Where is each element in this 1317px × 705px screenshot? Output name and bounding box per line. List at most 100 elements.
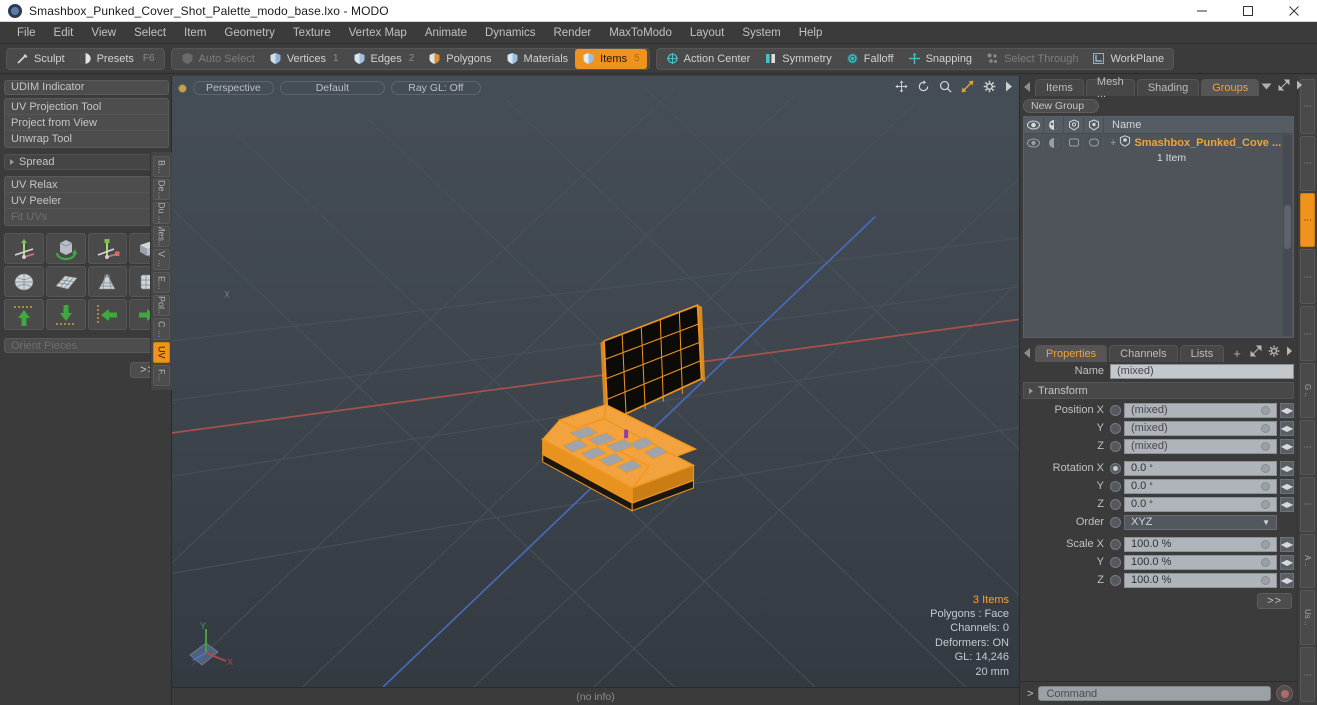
position-y-key-dot[interactable] (1261, 423, 1270, 433)
move-down-icon[interactable] (45, 299, 86, 330)
maximize-icon[interactable] (1225, 0, 1271, 22)
rotation-y-radio[interactable] (1110, 480, 1121, 492)
viewport-menu-dot-icon[interactable] (178, 83, 187, 93)
plane-unwrap-icon[interactable] (45, 266, 86, 297)
tab-lists[interactable]: Lists (1179, 345, 1225, 362)
sidebar-item-du[interactable]: Du ... (153, 202, 170, 224)
chevron-down-icon[interactable] (1261, 81, 1272, 93)
row-wireframe-icon[interactable] (1064, 134, 1084, 151)
snapping-button[interactable]: Snapping (901, 49, 980, 69)
rotate-icon[interactable] (917, 80, 930, 93)
3d-viewport[interactable]: x Perspective Default Ray GL: Off 3 Item… (172, 76, 1019, 687)
rotation-x-radio[interactable] (1110, 462, 1121, 474)
scale-z-radio[interactable] (1110, 574, 1121, 586)
udim-indicator-button[interactable]: UDIM Indicator (4, 80, 169, 95)
cone-unwrap-icon[interactable] (87, 266, 128, 297)
auto-select-button[interactable]: Auto Select (174, 49, 262, 69)
polygons-button[interactable]: Polygons (421, 49, 498, 69)
add-tab-button[interactable]: + (1226, 345, 1248, 362)
right-vtab-8[interactable]: ⋮ (1300, 476, 1315, 532)
scale-z-key-dot[interactable] (1261, 575, 1270, 585)
position-y-radio[interactable] (1110, 422, 1121, 434)
expander-icon[interactable]: + (1110, 137, 1116, 149)
close-icon[interactable] (1271, 0, 1317, 22)
props-expand-icon[interactable] (1250, 345, 1262, 360)
rotation-x-key-dot[interactable] (1261, 463, 1270, 473)
command-arrow-icon[interactable]: > (1024, 688, 1033, 700)
rotation-z-field[interactable]: 0.0 ° (1124, 496, 1277, 512)
position-z-stepper[interactable]: ◀▶ (1280, 438, 1294, 454)
action-center-button[interactable]: Action Center (659, 49, 758, 69)
falloff-button[interactable]: Falloff (839, 49, 901, 69)
group-row-item[interactable]: + Smashbox_Punked_Cove ... (1104, 135, 1293, 150)
menu-dynamics[interactable]: Dynamics (476, 23, 544, 43)
position-y-field[interactable]: (mixed) (1124, 420, 1277, 436)
rotation-z-key-dot[interactable] (1261, 499, 1270, 509)
menu-render[interactable]: Render (544, 23, 600, 43)
vertices-button[interactable]: Vertices 1 (262, 49, 346, 69)
table-row[interactable]: + Smashbox_Punked_Cove ... (1024, 134, 1293, 151)
position-x-field[interactable]: (mixed) (1124, 402, 1277, 418)
spread-section-header[interactable]: Spread (4, 154, 169, 170)
sidebar-item-e[interactable]: E... (153, 272, 170, 294)
sidebar-item-mesh[interactable]: Mes... (153, 225, 170, 247)
properties-more-button[interactable]: >> (1257, 593, 1292, 609)
render-icon[interactable] (1044, 116, 1064, 134)
record-icon[interactable] (1276, 685, 1293, 702)
position-x-radio[interactable] (1110, 404, 1121, 416)
rotation-x-stepper[interactable]: ◀▶ (1280, 460, 1294, 476)
order-radio[interactable] (1110, 516, 1121, 528)
tab-channels[interactable]: Channels (1109, 345, 1178, 362)
props-gear-icon[interactable] (1268, 345, 1280, 360)
fit-icon[interactable] (961, 80, 974, 93)
move-uv-icon[interactable] (4, 233, 44, 264)
right-vtab-11[interactable]: ⋮ (1300, 647, 1315, 702)
minimize-icon[interactable] (1179, 0, 1225, 22)
menu-animate[interactable]: Animate (416, 23, 476, 43)
row-eye-icon[interactable] (1024, 134, 1044, 151)
position-z-radio[interactable] (1110, 440, 1121, 452)
group-list[interactable]: Name + Smashbox_Punked_Cove ... 1 Item (1023, 116, 1294, 338)
row-shaded-icon[interactable] (1084, 134, 1104, 151)
workplane-button[interactable]: WorkPlane (1085, 49, 1171, 69)
fit-uvs-button[interactable]: Fit UVs (5, 209, 168, 225)
menu-system[interactable]: System (733, 23, 789, 43)
project-from-view-button[interactable]: Project from View (5, 115, 168, 131)
scale-x-stepper[interactable]: ◀▶ (1280, 536, 1294, 552)
scale-z-field[interactable]: 100.0 % (1124, 572, 1277, 588)
viewport-raygl-button[interactable]: Ray GL: Off (390, 81, 481, 95)
rotation-x-field[interactable]: 0.0 ° (1124, 460, 1277, 476)
right-vtab-5[interactable]: ⋮ (1300, 306, 1315, 362)
presets-button[interactable]: Presets F6 (72, 49, 162, 69)
tab-items[interactable]: Items (1035, 79, 1084, 96)
position-x-key-dot[interactable] (1261, 405, 1270, 415)
wireframe-icon[interactable] (1064, 116, 1084, 134)
right-vtab-2[interactable]: ⋮ (1300, 135, 1315, 191)
pan-icon[interactable] (895, 80, 908, 93)
shaded-icon[interactable] (1084, 116, 1104, 134)
new-group-button[interactable]: New Group (1023, 99, 1099, 113)
transform-section-header[interactable]: Transform (1023, 382, 1294, 399)
sidebar-item-de[interactable]: De... (153, 179, 170, 201)
scale-x-field[interactable]: 100.0 % (1124, 536, 1277, 552)
rotate-uv-icon[interactable] (45, 233, 86, 264)
chevron-right-icon[interactable] (1005, 81, 1013, 92)
zoom-icon[interactable] (939, 80, 952, 93)
move-up-icon[interactable] (4, 299, 44, 330)
position-x-stepper[interactable]: ◀▶ (1280, 402, 1294, 418)
unwrap-tool-button[interactable]: Unwrap Tool (5, 131, 168, 147)
props-menu-icon[interactable] (1024, 348, 1030, 358)
sidebar-item-pol[interactable]: Pol... (153, 295, 170, 317)
sidebar-item-c[interactable]: C ... (153, 318, 170, 340)
right-vtab-4[interactable]: ⋮ (1300, 249, 1315, 305)
eye-icon[interactable] (1024, 116, 1044, 134)
sidebar-item-b[interactable]: B... (153, 156, 170, 178)
menu-layout[interactable]: Layout (681, 23, 734, 43)
scale-x-radio[interactable] (1110, 538, 1121, 550)
scale-y-radio[interactable] (1110, 556, 1121, 568)
right-vtab-g[interactable]: G .. (1300, 363, 1315, 418)
sphere-unwrap-icon[interactable] (4, 266, 44, 297)
name-field[interactable]: (mixed) (1110, 363, 1294, 379)
scale-y-field[interactable]: 100.0 % (1124, 554, 1277, 570)
panel-chevron-right-icon[interactable] (1296, 80, 1303, 93)
